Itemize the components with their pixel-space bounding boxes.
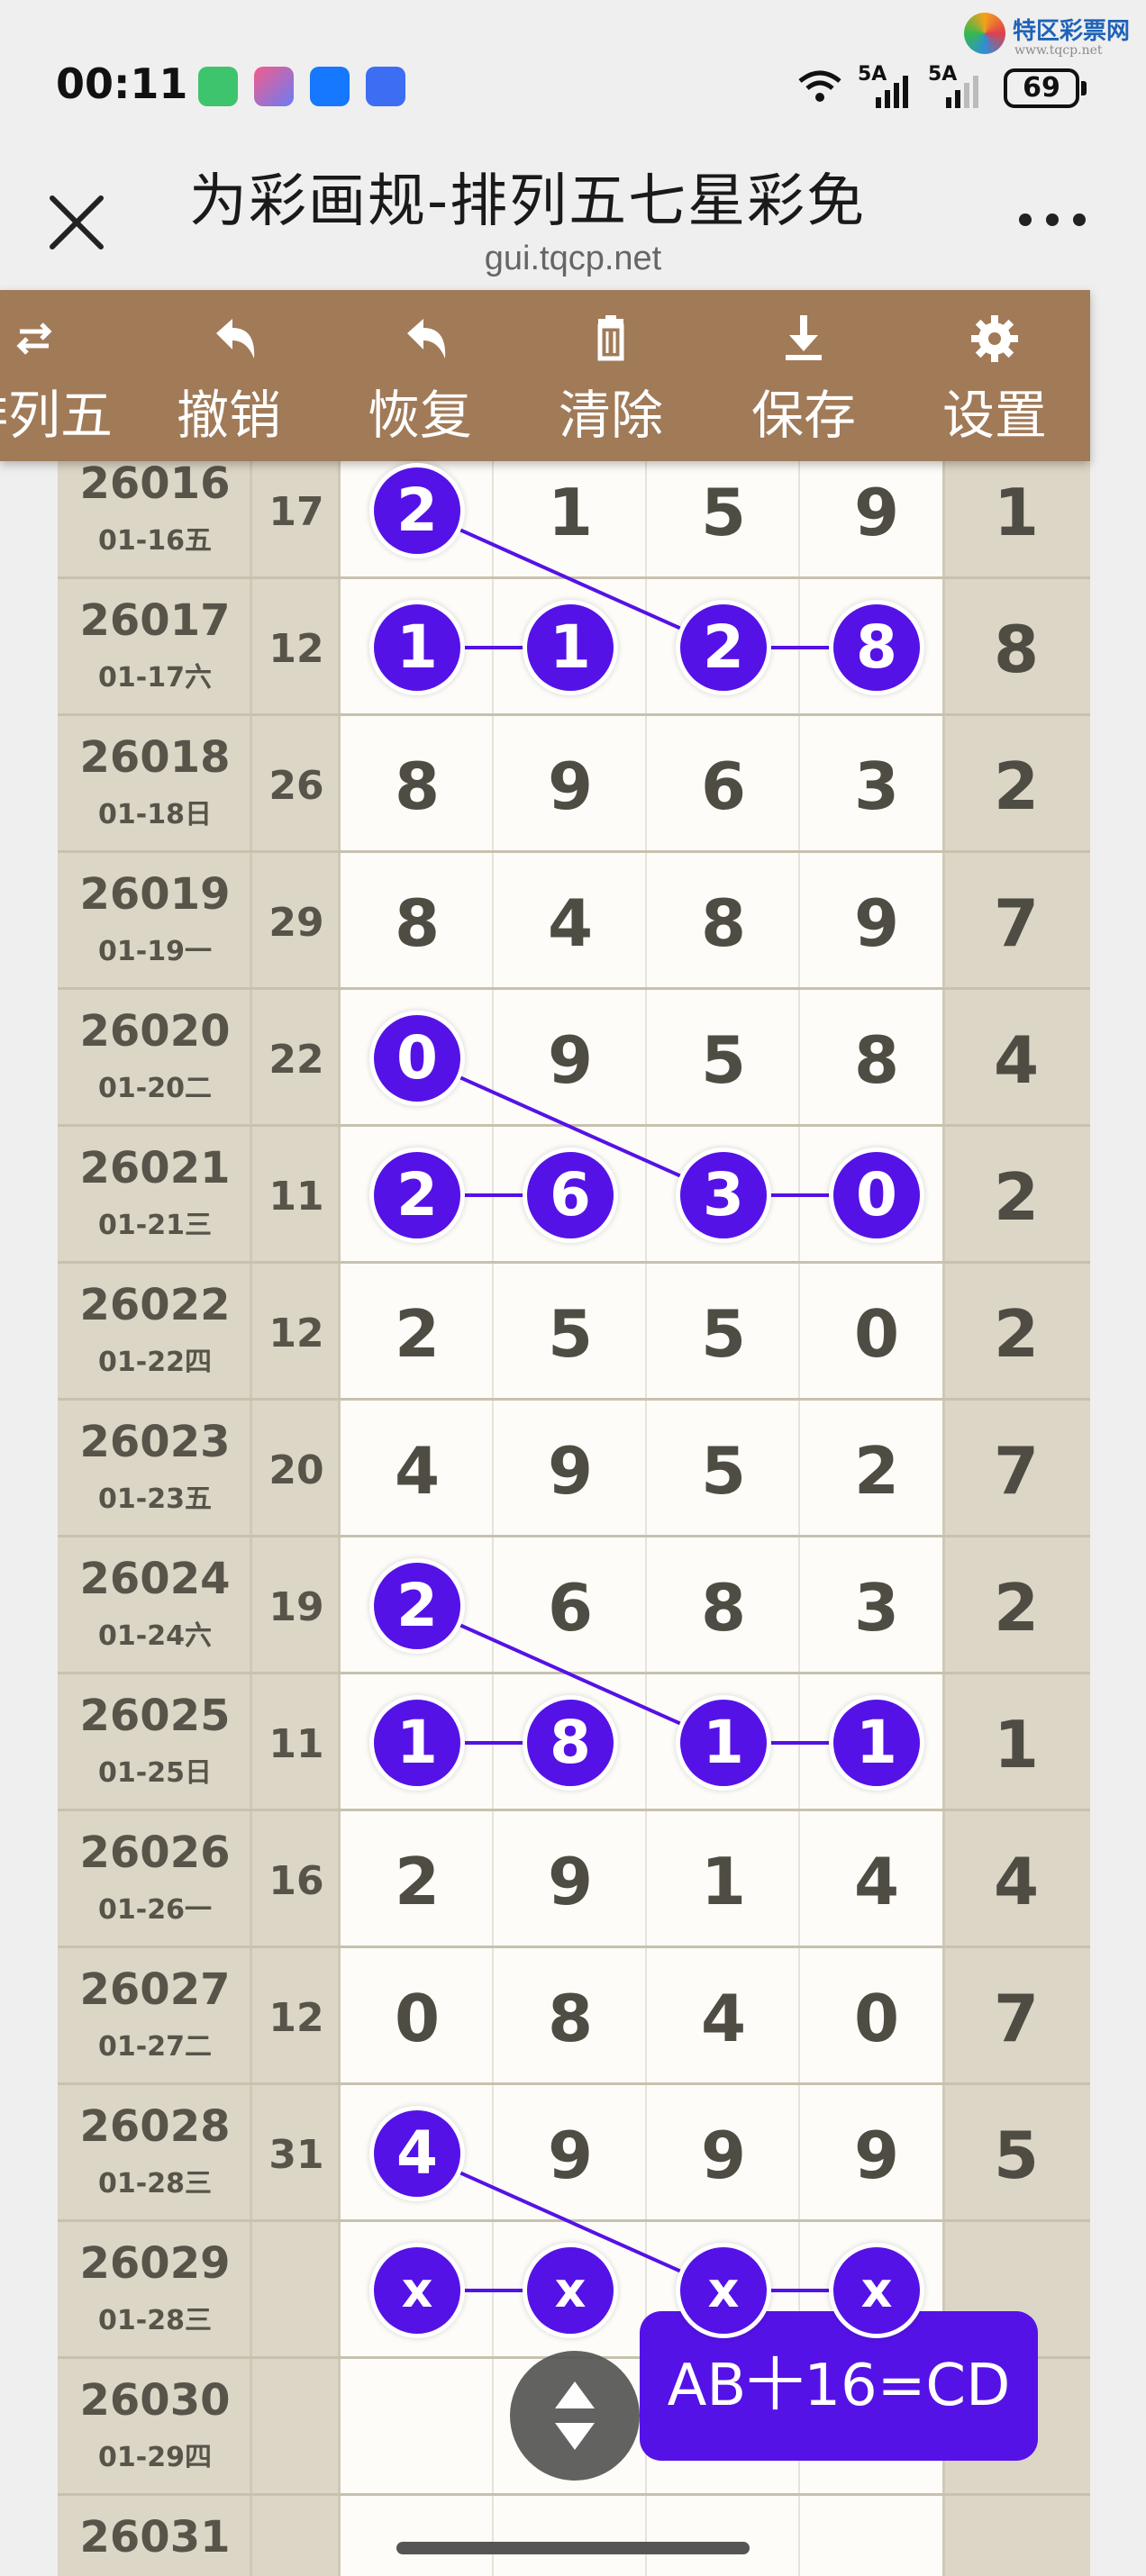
toolbar-label-clear: 清除: [558, 385, 663, 446]
draw-grid[interactable]: 26016 01-16五 17 2 1 5 9 1 26017 01-17六 12 1 1 2 8 8 2601…: [58, 455, 1090, 2576]
marked-digit-ball[interactable]: 6: [527, 1152, 614, 1238]
marked-digit-ball[interactable]: 2: [374, 1563, 460, 1649]
lottery-switch-button[interactable]: 排列五: [0, 290, 124, 461]
page-title: 为彩画规-排列五七星彩免: [189, 168, 867, 235]
toolbar: 排列五 撤销 恢复 清除 保存: [0, 290, 1090, 461]
watermark-url: www.tqcp.net: [1014, 43, 1103, 58]
marked-digit-ball[interactable]: x: [374, 2247, 460, 2334]
watermark: 特区彩票网 www.tqcp.net: [964, 9, 1144, 63]
marked-digit-ball[interactable]: 2: [374, 467, 460, 554]
marked-digit-ball[interactable]: 1: [680, 1700, 767, 1786]
marked-digit-ball[interactable]: x: [527, 2247, 614, 2334]
more-icon[interactable]: [1016, 211, 1088, 229]
signal-icon-1: [876, 76, 908, 108]
toolbar-label-undo: 撤销: [176, 385, 281, 446]
watermark-logo-icon: [964, 13, 1005, 54]
redo-icon: [407, 319, 446, 358]
marked-digit-ball[interactable]: x: [833, 2247, 920, 2334]
app-icon-pink: [254, 67, 294, 106]
status-bar: 00:11 5A 5A 69 特区彩票网 www.tqcp.net: [0, 0, 1146, 162]
toolbar-label-save: 保存: [750, 385, 856, 446]
undo-button[interactable]: 撤销: [139, 290, 319, 461]
marked-digit-ball[interactable]: 4: [374, 2110, 460, 2197]
marked-digit-ball[interactable]: 2: [374, 1152, 460, 1238]
toolbar-label-lottery: 排列五: [0, 385, 113, 446]
toolbar-label-settings: 设置: [941, 385, 1047, 446]
download-icon: [786, 315, 822, 360]
marked-digit-ball[interactable]: 1: [833, 1700, 920, 1786]
wifi-icon: [798, 70, 841, 102]
marked-digit-ball[interactable]: 3: [680, 1152, 767, 1238]
clock: 00:11: [56, 59, 188, 108]
marked-digit-ball[interactable]: 1: [527, 604, 614, 691]
marked-digit-ball[interactable]: x: [680, 2247, 767, 2334]
swap-icon: [16, 322, 52, 355]
marked-digit-ball[interactable]: 8: [527, 1700, 614, 1786]
settings-button[interactable]: 设置: [905, 290, 1085, 461]
trash-icon: [597, 315, 624, 361]
marked-digit-ball[interactable]: 1: [374, 604, 460, 691]
marked-digit-ball[interactable]: 8: [833, 604, 920, 691]
marked-digit-ball[interactable]: 2: [680, 604, 767, 691]
toolbar-label-redo: 恢复: [367, 385, 472, 446]
app-icon-green: [198, 67, 238, 106]
undo-icon: [216, 319, 255, 358]
marked-digit-ball[interactable]: 1: [374, 1700, 460, 1786]
voice-app-icon: [366, 67, 405, 106]
page-url: gui.tqcp.net: [484, 240, 662, 277]
gear-icon: [971, 315, 1018, 362]
redo-button[interactable]: 恢复: [330, 290, 510, 461]
marked-digit-ball[interactable]: 0: [833, 1152, 920, 1238]
clear-button[interactable]: 清除: [521, 290, 701, 461]
alipay-icon: [310, 67, 350, 106]
watermark-name: 特区彩票网: [1013, 18, 1131, 45]
signal-icon-2: [946, 76, 978, 108]
battery-indicator: 69: [1004, 68, 1087, 108]
marked-digit-ball[interactable]: 0: [374, 1015, 460, 1102]
save-button[interactable]: 保存: [714, 290, 894, 461]
